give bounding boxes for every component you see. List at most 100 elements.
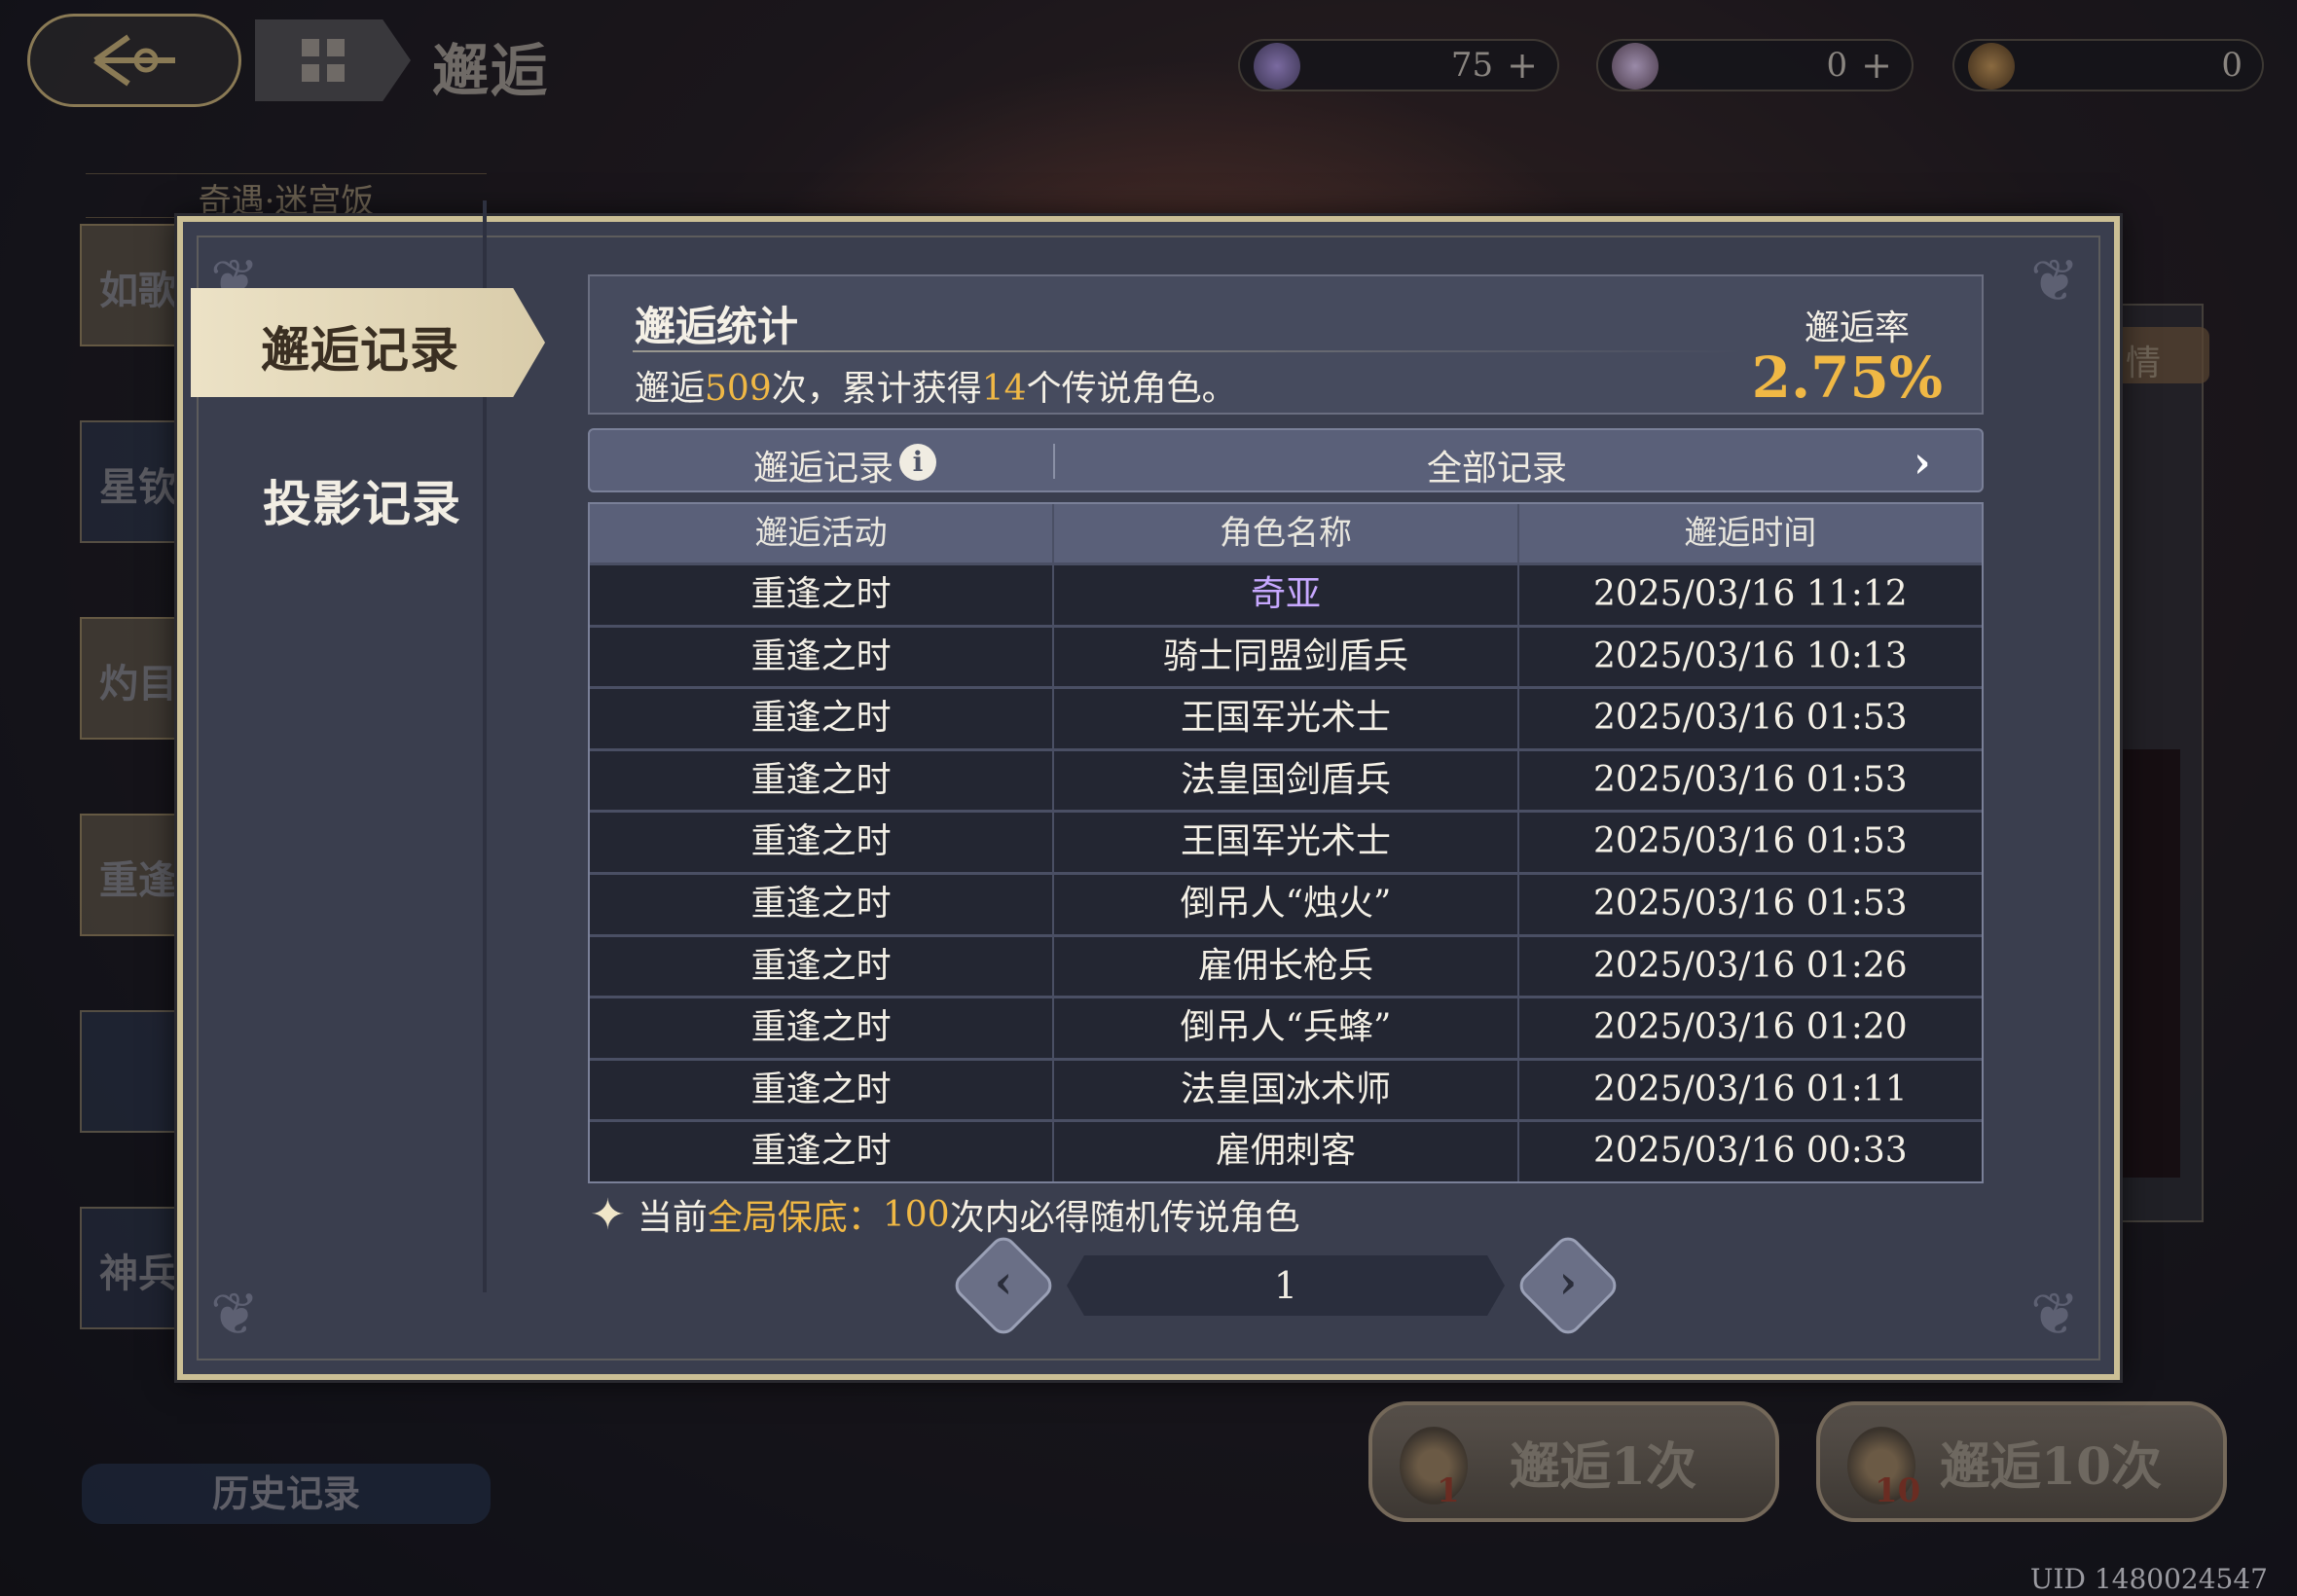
records-table: 邂逅活动 角色名称 邂逅时间 重逢之时 奇亚 2025/03/16 11:12 重逢…	[588, 502, 1984, 1183]
sparkle-icon: ✦	[590, 1189, 626, 1240]
filter-selected[interactable]: 全部记录	[1427, 440, 1567, 490]
cell-time: 2025/03/16 00:33	[1592, 1131, 1908, 1172]
chevron-right-icon[interactable]: ›	[1914, 438, 1956, 488]
tab-encounter-records[interactable]: 邂逅记录	[191, 288, 545, 397]
star-gem-icon	[1254, 43, 1300, 90]
legend-count: 14	[981, 369, 1027, 409]
stats-text: 邂逅	[635, 369, 706, 409]
pull-ten-label: 邂逅10次	[1939, 1436, 2163, 1497]
record-filter-bar[interactable]: 邂逅记录 i 全部记录 ›	[588, 428, 1984, 492]
banner-header: 奇遇·迷宫饭	[86, 173, 487, 221]
stats-description: 邂逅509次，累计获得14个传说角色。	[635, 360, 1237, 411]
lion-medal-icon	[1968, 43, 2015, 90]
table-row: 重逢之时 王国军光术士 2025/03/16 01:53	[590, 810, 1982, 872]
currency-value: 0	[1826, 46, 1848, 85]
uid-label: UID 1480024547	[2029, 1563, 2268, 1595]
stats-text: 个传说角色。	[1026, 369, 1237, 409]
plus-icon[interactable]: +	[1861, 44, 1892, 87]
home-button[interactable]	[255, 19, 411, 101]
pity-text: 当前	[637, 1198, 708, 1238]
cell-event: 重逢之时	[590, 936, 1055, 997]
corner-ornament-icon: ❦	[210, 1281, 260, 1349]
chevron-right-icon: ›	[1558, 1255, 1578, 1308]
cell-time: 2025/03/16 01:53	[1592, 759, 1908, 800]
table-header: 邂逅活动 角色名称 邂逅时间	[590, 504, 1982, 562]
details-tag[interactable]: 情	[2112, 327, 2209, 383]
cell-character-name: 法皇国剑盾兵	[1054, 750, 1519, 811]
cell-event: 重逢之时	[590, 750, 1055, 811]
cell-event: 重逢之时	[590, 1060, 1055, 1120]
cell-character-name: 雇佣长枪兵	[1054, 936, 1519, 997]
cell-event: 重逢之时	[590, 813, 1055, 872]
stats-title: 邂逅统计	[635, 303, 799, 350]
history-button[interactable]: 历史记录	[82, 1464, 491, 1524]
column-header: 邂逅活动	[590, 504, 1055, 562]
pull-token-count: 1	[1437, 1471, 1460, 1510]
cell-character-name: 奇亚	[1054, 565, 1519, 625]
currency-value: 75	[1450, 46, 1494, 85]
tab-projection-records[interactable]: 投影记录	[263, 465, 461, 535]
pity-notice: ✦ 当前 全局保底： 100 次内必得随机传说角色	[590, 1189, 1300, 1240]
pull-ten-button[interactable]: 10 邂逅10次	[1816, 1401, 2227, 1522]
chevron-left-icon: ‹	[994, 1255, 1013, 1308]
table-row: 重逢之时 王国军光术士 2025/03/16 01:53	[590, 686, 1982, 748]
table-row: 重逢之时 雇佣刺客 2025/03/16 00:33	[590, 1119, 1982, 1181]
page-title: 邂逅	[432, 38, 550, 104]
cell-event: 重逢之时	[590, 874, 1055, 934]
corner-ornament-icon: ❦	[2030, 247, 2080, 315]
cell-time: 2025/03/16 01:26	[1592, 945, 1908, 986]
currency-lion-medal: 0	[1952, 39, 2264, 91]
currency-star-gem[interactable]: 75 +	[1238, 39, 1559, 91]
cell-event: 重逢之时	[590, 1122, 1055, 1181]
cell-character-name: 法皇国冰术师	[1054, 1060, 1519, 1120]
pull-once-label: 邂逅1次	[1509, 1436, 1697, 1497]
pull-count: 509	[705, 369, 772, 409]
cell-character-name: 雇佣刺客	[1054, 1122, 1519, 1181]
table-row: 重逢之时 倒吊人“烛火” 2025/03/16 01:53	[590, 871, 1982, 934]
banner-preview-image	[2112, 749, 2180, 1178]
table-row: 重逢之时 法皇国剑盾兵 2025/03/16 01:53	[590, 747, 1982, 811]
table-row: 重逢之时 奇亚 2025/03/16 11:12	[590, 562, 1982, 625]
filter-separator	[1053, 444, 1055, 479]
cell-event: 重逢之时	[590, 998, 1055, 1058]
stats-panel: 邂逅统计 邂逅509次，累计获得14个传说角色。 邂逅率 2.75%	[588, 274, 1984, 415]
table-row: 重逢之时 法皇国冰术师 2025/03/16 01:11	[590, 1057, 1982, 1120]
plus-icon[interactable]: +	[1507, 44, 1538, 87]
pity-text: 次内必得随机传说角色	[949, 1198, 1300, 1238]
cell-time: 2025/03/16 01:53	[1592, 698, 1908, 739]
cell-time: 2025/03/16 01:20	[1592, 1007, 1908, 1048]
pity-count: 100	[882, 1194, 950, 1235]
cell-time: 2025/03/16 01:11	[1592, 1069, 1908, 1109]
corner-ornament-icon: ❦	[2030, 1281, 2080, 1349]
pull-token-count: 10	[1875, 1471, 1921, 1510]
cell-event: 重逢之时	[590, 565, 1055, 625]
feather-orb-icon	[1612, 43, 1659, 90]
column-header: 邂逅时间	[1684, 514, 1817, 553]
info-icon[interactable]: i	[899, 444, 936, 481]
currency-value: 0	[2221, 46, 2242, 85]
rate-value: 2.75%	[1751, 345, 1943, 411]
menu-grid-icon	[302, 39, 345, 82]
column-header: 角色名称	[1054, 504, 1519, 562]
table-row: 重逢之时 雇佣长枪兵 2025/03/16 01:26	[590, 933, 1982, 997]
cell-character-name: 骑士同盟剑盾兵	[1054, 627, 1519, 687]
back-button[interactable]	[27, 14, 241, 107]
table-row: 重逢之时 骑士同盟剑盾兵 2025/03/16 10:13	[590, 624, 1982, 687]
cell-time: 2025/03/16 01:53	[1592, 883, 1908, 924]
cell-time: 2025/03/16 01:53	[1592, 821, 1908, 862]
table-row: 重逢之时 倒吊人“兵蜂” 2025/03/16 01:20	[590, 996, 1982, 1058]
currency-feather-orb[interactable]: 0 +	[1596, 39, 1914, 91]
cell-character-name: 倒吊人“兵蜂”	[1054, 998, 1519, 1058]
cell-time: 2025/03/16 10:13	[1592, 635, 1908, 676]
page-indicator: 1	[1067, 1255, 1505, 1316]
stats-divider	[633, 350, 1742, 352]
cell-event: 重逢之时	[590, 627, 1055, 687]
rate-label: 邂逅率	[1804, 308, 1910, 348]
record-label: 邂逅记录	[753, 449, 894, 489]
cell-event: 重逢之时	[590, 689, 1055, 748]
cell-character-name: 王国军光术士	[1054, 813, 1519, 872]
cell-character-name: 倒吊人“烛火”	[1054, 874, 1519, 934]
back-arrow-icon	[93, 34, 175, 87]
cell-character-name: 王国军光术士	[1054, 689, 1519, 748]
pull-once-button[interactable]: 1 邂逅1次	[1368, 1401, 1779, 1522]
